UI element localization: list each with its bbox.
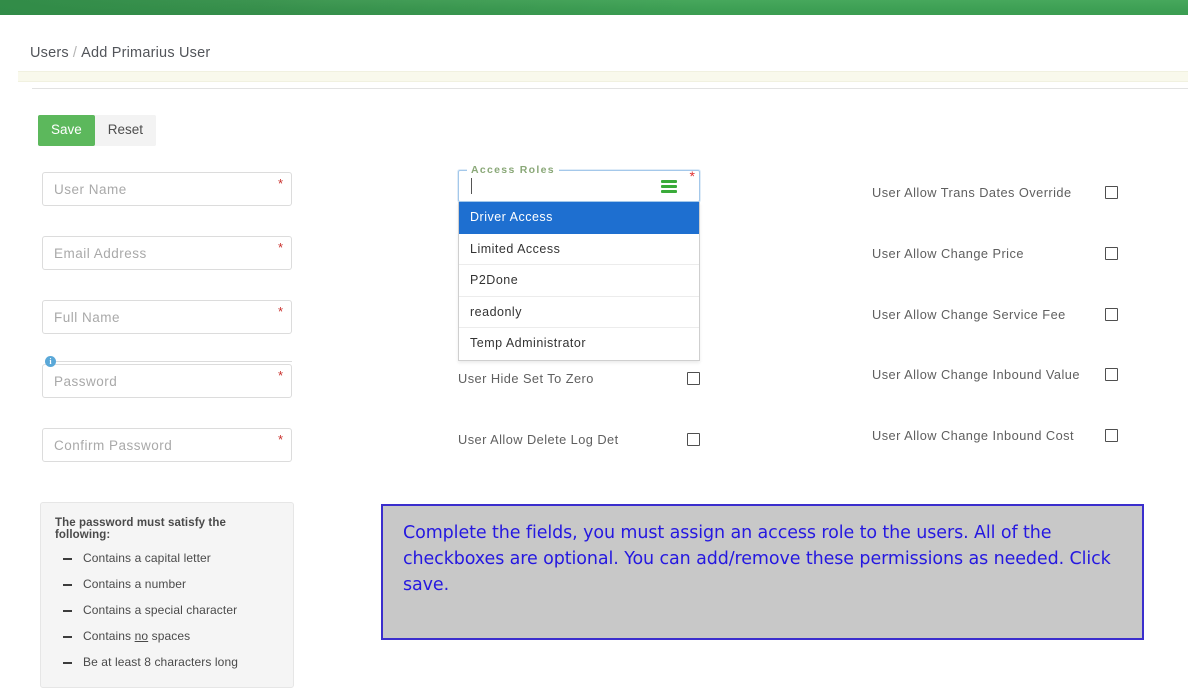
- hamburger-menu-icon[interactable]: [661, 180, 677, 193]
- bullet-dash-icon: [63, 584, 72, 586]
- permission-row-user-hide-set-to-zero[interactable]: User Hide Set To Zero: [458, 371, 700, 386]
- field-user-name: *: [42, 172, 292, 206]
- list-item-label: Contains a capital letter: [83, 551, 211, 565]
- permission-label: User Allow Trans Dates Override: [872, 185, 1072, 200]
- permission-row-user-allow-change-inbound-cost[interactable]: User Allow Change Inbound Cost: [872, 428, 1118, 443]
- required-asterisk: *: [689, 168, 695, 184]
- access-roles-legend: Access Roles: [467, 164, 559, 176]
- password-input[interactable]: [42, 364, 292, 398]
- list-item-label: Contains no spaces: [83, 629, 191, 643]
- breadcrumb-item-users[interactable]: Users: [30, 45, 69, 61]
- page-divider-highlight: [18, 71, 1188, 82]
- permission-label: User Allow Change Price: [872, 246, 1024, 261]
- confirm-password-input[interactable]: [42, 428, 292, 462]
- dropdown-option-temp-administrator[interactable]: Temp Administrator: [459, 328, 699, 360]
- permission-checkbox[interactable]: [1105, 368, 1118, 381]
- breadcrumb-separator: /: [72, 45, 78, 61]
- list-item-label: Be at least 8 characters long: [83, 655, 238, 669]
- user-name-input[interactable]: [42, 172, 292, 206]
- dropdown-option-p2done[interactable]: P2Done: [459, 265, 699, 297]
- dropdown-option-readonly[interactable]: readonly: [459, 297, 699, 328]
- reset-button[interactable]: Reset: [94, 115, 157, 146]
- permission-row-user-allow-trans-dates-override[interactable]: User Allow Trans Dates Override: [872, 185, 1118, 200]
- dropdown-option-limited-access[interactable]: Limited Access: [459, 234, 699, 265]
- permission-checkbox[interactable]: [687, 433, 700, 446]
- info-icon[interactable]: i: [45, 356, 56, 367]
- password-requirements-title: The password must satisfy the following:: [55, 517, 226, 541]
- list-item: Contains a special character: [55, 603, 277, 617]
- list-item-label: Contains a special character: [83, 603, 238, 617]
- password-requirements-panel: The password must satisfy the following:…: [40, 502, 294, 688]
- access-roles-dropdown-list[interactable]: Driver Access Limited Access P2Done read…: [458, 202, 700, 361]
- instruction-callout-text: Complete the fields, you must assign an …: [403, 523, 1111, 595]
- permission-row-user-allow-change-service-fee[interactable]: User Allow Change Service Fee: [872, 307, 1118, 322]
- breadcrumb: Users / Add Primarius User: [30, 45, 210, 61]
- access-roles-field: Access Roles * Driver Access Limited Acc…: [458, 164, 700, 361]
- dropdown-option-driver-access[interactable]: Driver Access: [459, 202, 699, 234]
- bullet-dash-icon: [63, 558, 72, 560]
- list-item: Contains a number: [55, 577, 277, 591]
- email-address-input[interactable]: [42, 236, 292, 270]
- save-button[interactable]: Save: [38, 115, 95, 146]
- permission-checkbox[interactable]: [1105, 247, 1118, 260]
- password-requirements-list: Contains a capital letter Contains a num…: [55, 551, 277, 669]
- list-item: Be at least 8 characters long: [55, 655, 277, 669]
- permission-label: User Allow Change Service Fee: [872, 307, 1066, 322]
- text-cursor: [471, 178, 472, 194]
- permission-row-user-allow-change-inbound-value[interactable]: User Allow Change Inbound Value: [872, 367, 1118, 382]
- permission-checkbox[interactable]: [1105, 429, 1118, 442]
- form-action-bar: Save Reset: [38, 115, 157, 146]
- top-accent-bar: [0, 0, 1188, 15]
- page-divider: [32, 88, 1188, 89]
- bullet-dash-icon: [63, 636, 72, 638]
- permission-label: User Hide Set To Zero: [458, 371, 594, 386]
- permission-label: User Allow Change Inbound Cost: [872, 428, 1075, 443]
- list-item: Contains a capital letter: [55, 551, 277, 565]
- bullet-dash-icon: [63, 662, 72, 664]
- field-email-address: *: [42, 236, 292, 270]
- access-roles-combobox[interactable]: Access Roles *: [458, 164, 700, 202]
- bullet-dash-icon: [63, 610, 72, 612]
- list-item: Contains no spaces: [55, 629, 277, 643]
- permission-label: User Allow Change Inbound Value: [872, 367, 1080, 382]
- password-info-line: [56, 361, 292, 362]
- field-confirm-password: *: [42, 428, 292, 462]
- full-name-input[interactable]: [42, 300, 292, 334]
- permission-row-user-allow-delete-log-det[interactable]: User Allow Delete Log Det: [458, 432, 700, 447]
- permission-checkbox[interactable]: [1105, 186, 1118, 199]
- permission-row-user-allow-change-price[interactable]: User Allow Change Price: [872, 246, 1118, 261]
- permission-checkbox[interactable]: [1105, 308, 1118, 321]
- field-password: i *: [42, 356, 292, 398]
- breadcrumb-item-current: Add Primarius User: [81, 45, 211, 61]
- permission-label: User Allow Delete Log Det: [458, 432, 619, 447]
- permission-checkbox[interactable]: [687, 372, 700, 385]
- top-accent-streak: [0, 0, 420, 15]
- field-full-name: *: [42, 300, 292, 334]
- list-item-label: Contains a number: [83, 577, 187, 591]
- instruction-callout: Complete the fields, you must assign an …: [381, 504, 1144, 640]
